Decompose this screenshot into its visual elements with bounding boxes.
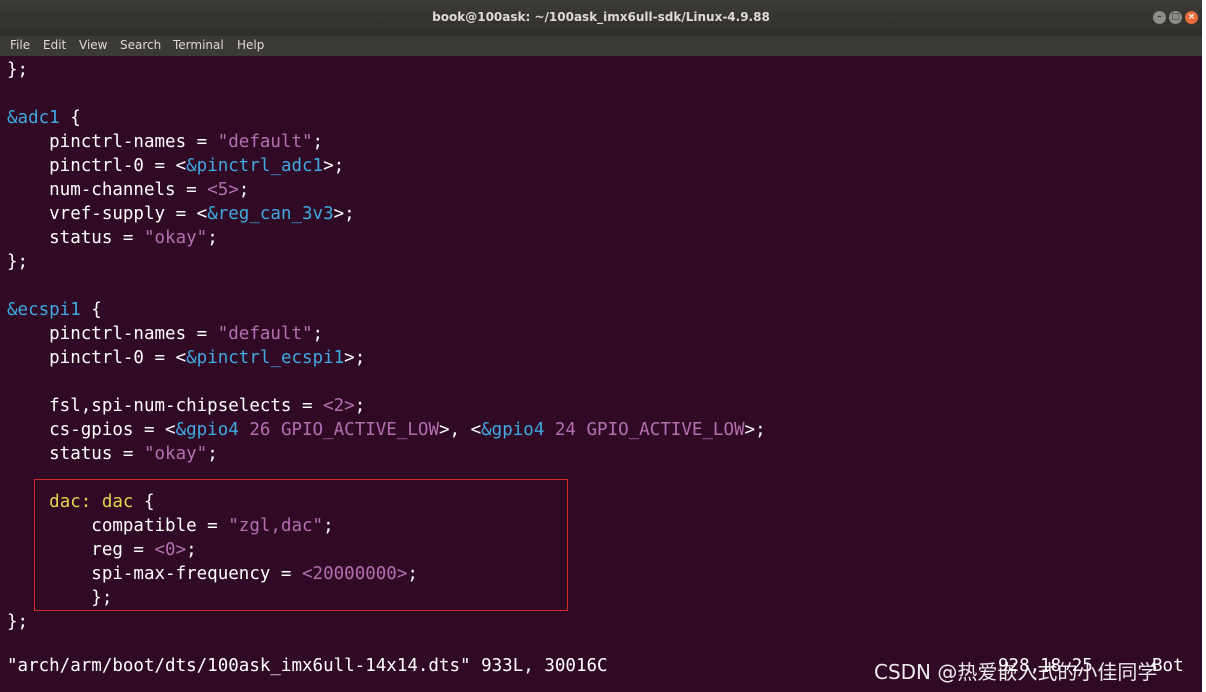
code-line: compatible = "zgl,dac"; (7, 516, 334, 536)
menu-terminal[interactable]: Terminal (173, 38, 224, 52)
terminal-content[interactable]: }; &adc1 { pinctrl-names = "default"; pi… (0, 56, 1202, 692)
csdn-watermark: CSDN @热爱嵌入式的小佳同学 (874, 660, 1158, 684)
code-line: pinctrl-0 = <&pinctrl_adc1>; (7, 156, 345, 176)
menu-search[interactable]: Search (120, 38, 161, 52)
code-line: reg = <0>; (7, 540, 197, 560)
code-line: num-channels = <5>; (7, 180, 250, 200)
code-line: pinctrl-names = "default"; (7, 132, 324, 152)
menu-help[interactable]: Help (237, 38, 264, 52)
code-line: spi-max-frequency = <20000000>; (7, 564, 418, 584)
close-button[interactable]: × (1185, 11, 1198, 24)
code-line: }; (7, 60, 29, 80)
code-line: status = "okay"; (7, 228, 218, 248)
code-line: vref-supply = <&reg_can_3v3>; (7, 204, 355, 224)
minimize-button[interactable]: – (1153, 11, 1166, 24)
menu-file[interactable]: File (10, 38, 30, 52)
code-line: status = "okay"; (7, 444, 218, 464)
code-line: &adc1 { (7, 108, 81, 128)
title-bar[interactable]: book@100ask: ~/100ask_imx6ull-sdk/Linux-… (0, 0, 1202, 36)
maximize-button[interactable]: □ (1169, 11, 1182, 24)
code-line: pinctrl-0 = <&pinctrl_ecspi1>; (7, 348, 366, 368)
code-line: }; (7, 588, 113, 608)
code-line: }; (7, 612, 29, 632)
code-line: fsl,spi-num-chipselects = <2>; (7, 396, 366, 416)
vim-status-file-info: "arch/arm/boot/dts/100ask_imx6ull-14x14.… (7, 656, 608, 676)
terminal-window: book@100ask: ~/100ask_imx6ull-sdk/Linux-… (0, 0, 1202, 692)
code-line: cs-gpios = <&gpio4 26 GPIO_ACTIVE_LOW>, … (7, 420, 766, 440)
menu-bar: File Edit View Search Terminal Help (0, 36, 1202, 56)
window-title: book@100ask: ~/100ask_imx6ull-sdk/Linux-… (432, 10, 770, 24)
code-line: }; (7, 252, 29, 272)
code-line: dac: dac { (49, 492, 155, 512)
code-line: &ecspi1 { (7, 300, 102, 320)
code-line: pinctrl-names = "default"; (7, 324, 324, 344)
menu-edit[interactable]: Edit (43, 38, 66, 52)
window-controls: – □ × (1153, 11, 1198, 24)
page-edge (1202, 0, 1206, 692)
menu-view[interactable]: View (79, 38, 107, 52)
